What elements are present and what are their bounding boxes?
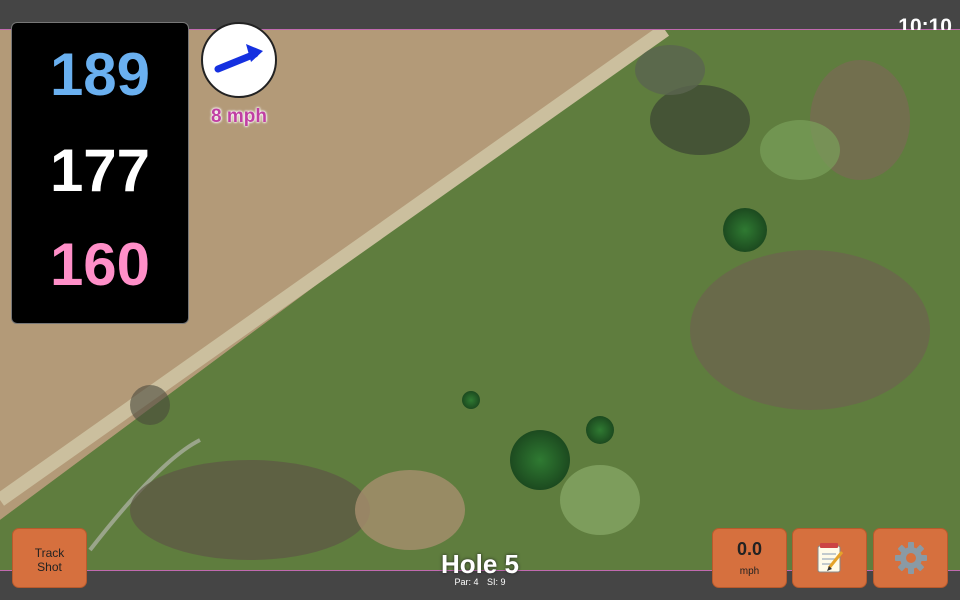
bunker-area (355, 470, 465, 550)
hole-title: Hole 5 (440, 549, 520, 579)
distance-panel: 189 177 160 (11, 22, 189, 324)
tree (586, 416, 614, 444)
speed-unit: mph (739, 566, 760, 577)
green (560, 465, 640, 535)
tree-cluster (650, 85, 750, 155)
hole-par: Par: 4 (454, 577, 479, 587)
tree (130, 385, 170, 425)
gear-icon (894, 542, 927, 574)
tree (462, 391, 480, 409)
middle-distance: 177 (49, 137, 151, 204)
track-shot-label: Track Shot (34, 546, 65, 574)
tree-cluster (130, 460, 370, 560)
wind-indicator (201, 22, 277, 98)
settings-button[interactable] (873, 528, 948, 588)
track-shot-button[interactable]: Track Shot (12, 528, 87, 588)
green (760, 120, 840, 180)
wind-speed: 8 mph (211, 106, 267, 127)
hole-stroke-index: SI: 9 (487, 577, 506, 587)
speed-value: 0.0 (736, 539, 763, 559)
tree (510, 430, 570, 490)
wind-arrow-icon (214, 44, 263, 73)
tree-cluster (635, 45, 705, 95)
notepad-icon (817, 543, 843, 573)
tree (723, 208, 767, 252)
tree-cluster (690, 250, 930, 410)
front-distance: 160 (49, 231, 151, 298)
back-distance: 189 (49, 41, 151, 108)
speed-button[interactable]: 0.0 mph (712, 528, 787, 588)
hole-info: Par: 4 SI: 9 (380, 577, 580, 587)
notes-button[interactable] (792, 528, 867, 588)
